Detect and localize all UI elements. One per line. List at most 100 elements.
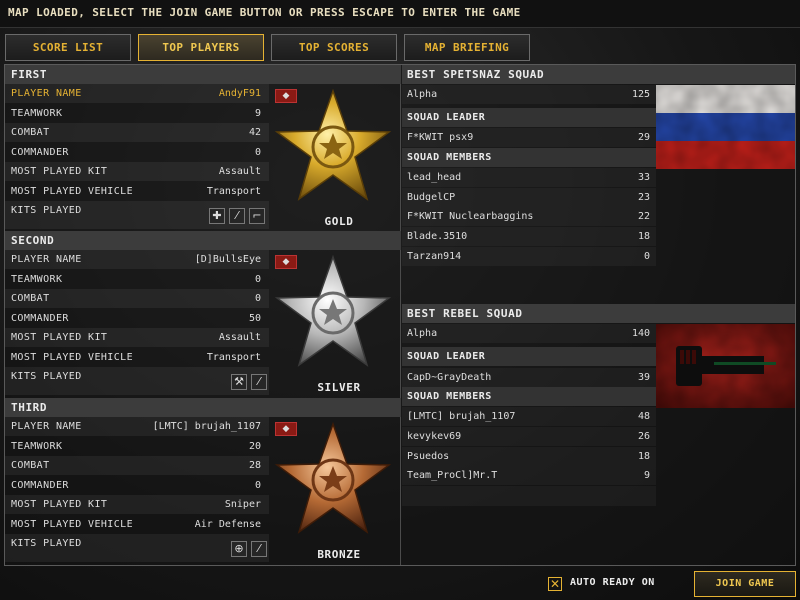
place-heading: THIRD: [5, 398, 401, 417]
vehicle-label: MOST PLAYED VEHICLE: [11, 519, 133, 530]
top-players-column: FIRST PLAYER NAME AndyF91 TEAMWORK 9 COM…: [5, 65, 401, 565]
commander-row: COMMANDER 0: [5, 476, 269, 495]
auto-ready-checkbox[interactable]: ✕: [548, 577, 562, 591]
member-name: BudgelCP: [407, 192, 456, 203]
player-name-value: [D]BullsEye: [194, 254, 261, 265]
combat-label: COMBAT: [11, 127, 50, 138]
kits-played-row: KITS PLAYED: [5, 534, 269, 562]
member-score: 26: [637, 431, 650, 442]
member-row: Blade.3510 18: [402, 227, 656, 246]
member-name: kevykev69: [407, 431, 462, 442]
kit-row: MOST PLAYED KIT Sniper: [5, 495, 269, 514]
kit-label: MOST PLAYED KIT: [11, 499, 108, 510]
auto-ready-label: AUTO READY ON: [570, 577, 655, 588]
member-row: Tarzan914 0: [402, 247, 656, 266]
commander-value: 0: [254, 147, 261, 158]
member-row: [LMTC] brujah_1107 48: [402, 407, 656, 426]
rifle-icon: ⁄: [229, 208, 245, 224]
kit-value: Sniper: [224, 499, 261, 510]
join-game-button[interactable]: JOIN GAME: [694, 571, 796, 597]
squad-members-heading: SQUAD MEMBERS: [402, 387, 656, 406]
member-score: 9: [643, 470, 650, 481]
best-squads-column: BEST SPETSNAZ SQUAD Alpha 125 SQUAD LEAD…: [402, 65, 795, 565]
medal-label: SILVER: [317, 381, 361, 394]
member-score: 18: [637, 451, 650, 462]
vehicle-value: Transport: [206, 186, 261, 197]
russian-flag-icon: [656, 85, 795, 169]
squad-score: 140: [631, 328, 650, 339]
combat-row: COMBAT 42: [5, 123, 269, 142]
combat-row: COMBAT 28: [5, 456, 269, 475]
teamwork-label: TEAMWORK: [11, 274, 63, 285]
vehicle-label: MOST PLAYED VEHICLE: [11, 186, 133, 197]
kit-row: MOST PLAYED KIT Assault: [5, 162, 269, 181]
bronze-star-medal: [274, 421, 392, 534]
squad-leader-heading: SQUAD LEADER: [402, 347, 656, 366]
kits-played-label: KITS PLAYED: [11, 371, 82, 382]
commander-label: COMMANDER: [11, 480, 69, 491]
player-name-label: PLAYER NAME: [11, 421, 82, 432]
bottom-bar: ✕ AUTO READY ON JOIN GAME: [0, 568, 800, 600]
player-name-label: PLAYER NAME: [11, 88, 82, 99]
leader-score: 39: [637, 372, 650, 383]
commander-label: COMMANDER: [11, 313, 69, 324]
member-row: kevykev69 26: [402, 427, 656, 446]
vehicle-row: MOST PLAYED VEHICLE Transport: [5, 348, 269, 367]
combat-value: 28: [248, 460, 261, 471]
member-name: F*KWIT Nuclearbaggins: [407, 211, 534, 222]
squad-members-heading: SQUAD MEMBERS: [402, 148, 656, 167]
rifle-icon: ⁄: [251, 541, 267, 557]
squad-name-row: Alpha 125: [402, 85, 656, 104]
tab-top-players[interactable]: TOP PLAYERS: [138, 34, 264, 61]
member-row: lead_head 33: [402, 168, 656, 187]
member-row: BudgelCP 23: [402, 188, 656, 207]
kits-played-label: KITS PLAYED: [11, 205, 82, 216]
tab-map-briefing[interactable]: MAP BRIEFING: [404, 34, 530, 61]
second-place-block: SECOND PLAYER NAME [D]BullsEye TEAMWORK …: [5, 231, 401, 397]
combat-value: 0: [254, 293, 261, 304]
vehicle-row: MOST PLAYED VEHICLE Transport: [5, 182, 269, 201]
commander-value: 50: [248, 313, 261, 324]
combat-label: COMBAT: [11, 460, 50, 471]
empty-member-slot: [402, 486, 656, 506]
player-name-row: PLAYER NAME [LMTC] brujah_1107: [5, 417, 269, 436]
squad-name: Alpha: [407, 89, 438, 100]
medal-label: GOLD: [324, 215, 354, 228]
medal-label: BRONZE: [317, 548, 361, 561]
top-players-panel: FIRST PLAYER NAME AndyF91 TEAMWORK 9 COM…: [4, 64, 796, 566]
squad-score: 125: [631, 89, 650, 100]
kit-label: MOST PLAYED KIT: [11, 166, 108, 177]
combat-row: COMBAT 0: [5, 289, 269, 308]
kit-value: Assault: [218, 166, 261, 177]
member-name: Tarzan914: [407, 251, 462, 262]
combat-value: 42: [248, 127, 261, 138]
player-name-value: [LMTC] brujah_1107: [152, 421, 261, 432]
vehicle-row: MOST PLAYED VEHICLE Air Defense: [5, 515, 269, 534]
player-name-row: PLAYER NAME AndyF91: [5, 84, 269, 103]
member-name: lead_head: [407, 172, 462, 183]
commander-label: COMMANDER: [11, 147, 69, 158]
medic-icon: ✚: [209, 208, 225, 224]
teamwork-value: 20: [248, 441, 261, 452]
vehicle-value: Transport: [206, 352, 261, 363]
member-row: F*KWIT Nuclearbaggins 22: [402, 207, 656, 226]
kits-played-row: KITS PLAYED: [5, 367, 269, 395]
commander-value: 0: [254, 480, 261, 491]
leader-score: 29: [637, 132, 650, 143]
squad-leader-heading: SQUAD LEADER: [402, 108, 656, 127]
member-name: Blade.3510: [407, 231, 468, 242]
teamwork-label: TEAMWORK: [11, 108, 63, 119]
tab-score-list[interactable]: SCORE LIST: [5, 34, 131, 61]
member-score: 48: [637, 411, 650, 422]
teamwork-row: TEAMWORK 0: [5, 270, 269, 289]
commander-row: COMMANDER 0: [5, 143, 269, 162]
member-row: Psuedos 18: [402, 447, 656, 466]
tab-top-scores[interactable]: TOP SCORES: [271, 34, 397, 61]
crosshair-icon: ⊕: [231, 541, 247, 557]
player-name-label: PLAYER NAME: [11, 254, 82, 265]
member-score: 33: [637, 172, 650, 183]
place-heading: SECOND: [5, 231, 401, 250]
gold-star-medal: [274, 88, 392, 201]
vehicle-value: Air Defense: [194, 519, 261, 530]
first-place-block: FIRST PLAYER NAME AndyF91 TEAMWORK 9 COM…: [5, 65, 401, 231]
